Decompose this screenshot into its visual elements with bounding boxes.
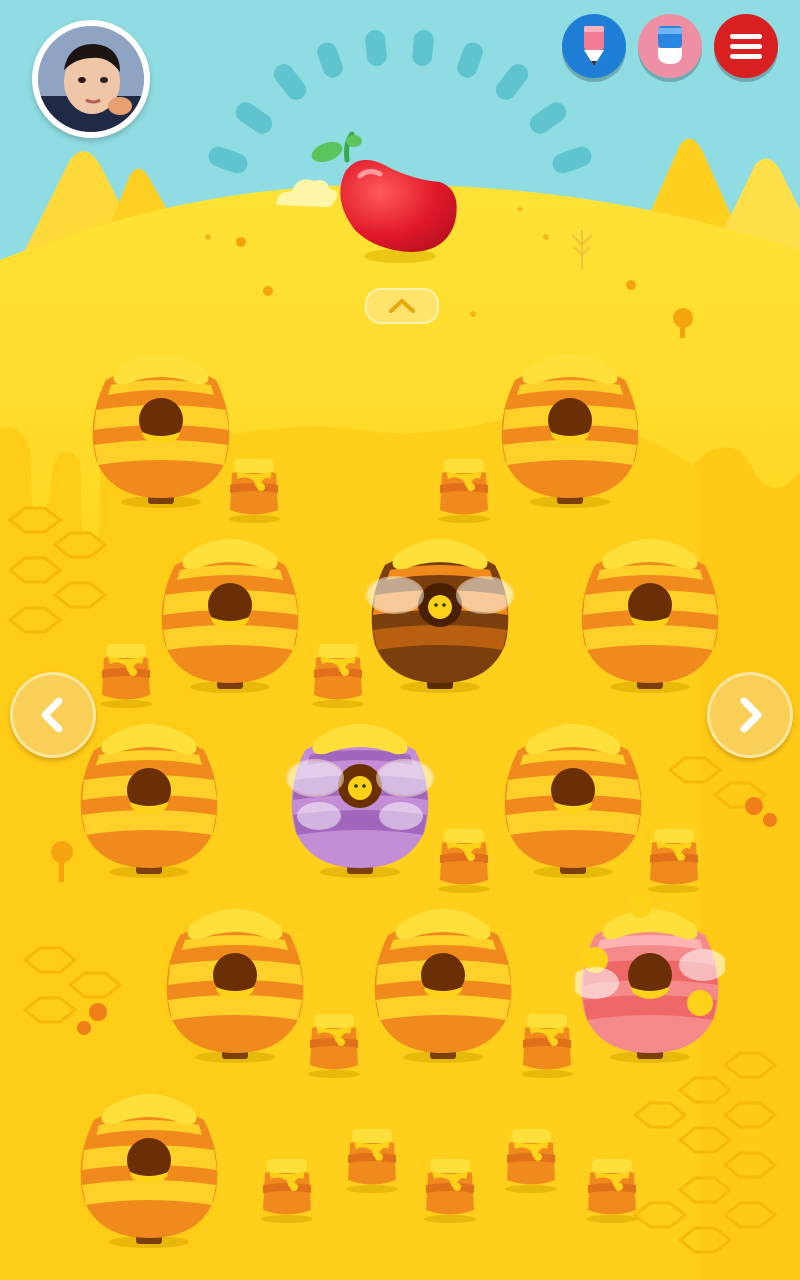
honey-pot[interactable] [304, 1010, 364, 1078]
previous-page-button[interactable] [10, 672, 96, 758]
menu-button[interactable] [714, 14, 778, 78]
chevron-right-icon [740, 697, 762, 733]
chevron-up-icon [389, 299, 415, 313]
honey-pot[interactable] [582, 1155, 642, 1223]
honey-pot[interactable] [342, 1125, 402, 1193]
next-page-button[interactable] [707, 672, 793, 758]
eraser-button[interactable] [638, 14, 702, 78]
hive-4[interactable] [365, 525, 515, 695]
hive-8[interactable] [498, 710, 648, 880]
honey-pot[interactable] [257, 1155, 317, 1223]
honey-pot[interactable] [501, 1125, 561, 1193]
honey-pot[interactable] [308, 640, 368, 708]
honey-pot[interactable] [644, 825, 704, 893]
hive-7[interactable] [285, 710, 435, 880]
honey-pot[interactable] [517, 1010, 577, 1078]
hive-1[interactable] [86, 340, 236, 510]
chevron-left-icon [41, 697, 63, 733]
hive-9[interactable] [160, 895, 310, 1065]
hive-6[interactable] [74, 710, 224, 880]
hive-11[interactable] [575, 895, 725, 1065]
hive-12[interactable] [74, 1080, 224, 1250]
hive-10[interactable] [368, 895, 518, 1065]
hive-5[interactable] [575, 525, 725, 695]
profile-avatar[interactable] [32, 20, 150, 138]
pencil-button[interactable] [562, 14, 626, 78]
game-scene [0, 0, 800, 1280]
child-photo-avatar [38, 26, 144, 132]
hive-2[interactable] [495, 340, 645, 510]
scroll-up-button[interactable] [365, 288, 439, 324]
honey-pot[interactable] [434, 455, 494, 523]
honey-pot[interactable] [96, 640, 156, 708]
eraser-icon [658, 26, 682, 64]
hive-3[interactable] [155, 525, 305, 695]
honey-pot[interactable] [224, 455, 284, 523]
honey-pot[interactable] [434, 825, 494, 893]
pencil-icon [584, 26, 604, 66]
honey-pot[interactable] [420, 1155, 480, 1223]
hamburger-menu-icon [730, 34, 762, 59]
